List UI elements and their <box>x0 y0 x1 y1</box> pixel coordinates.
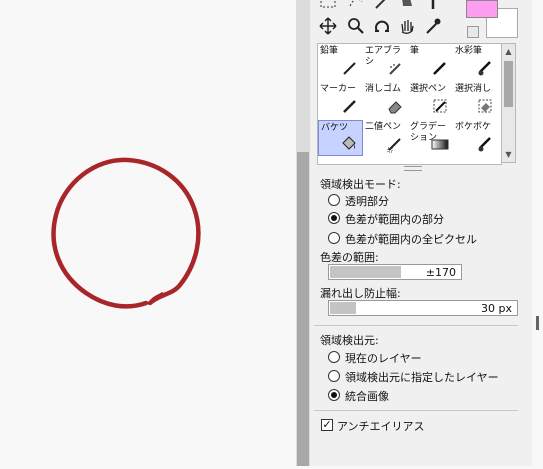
splitter-handle[interactable] <box>536 316 539 330</box>
leak-prevention-label: 漏れ出し防止幅: <box>320 287 401 300</box>
antialias-label: アンチエイリアス <box>337 420 425 433</box>
brush-label: 鉛筆 <box>320 46 339 56</box>
option-specified-layer-label: 領域検出元に指定したレイヤー <box>345 371 499 384</box>
color-reset-icon[interactable] <box>467 26 479 38</box>
eyedropper-icon[interactable] <box>423 16 443 36</box>
brush-label: バケツ <box>321 123 349 133</box>
brush-marker[interactable]: マーカー <box>318 82 363 118</box>
brush-selection-pen[interactable]: 選択ペン <box>408 82 453 118</box>
selection-pen-icon <box>433 99 447 113</box>
brush-icon <box>433 62 446 75</box>
option-current-layer-label: 現在のレイヤー <box>345 352 422 365</box>
airbrush-icon <box>389 63 401 75</box>
brush-label: ボケボケ <box>455 122 492 132</box>
scroll-up-icon[interactable]: ▲ <box>503 46 514 57</box>
eraser-icon <box>388 101 402 114</box>
brush-gradation[interactable]: グラデーション <box>408 120 453 156</box>
option-transparent-label: 透明部分 <box>345 195 389 208</box>
brush-label: 消しゴム <box>365 84 402 94</box>
leak-prevention-value: 30 px <box>481 302 512 315</box>
scroll-down-icon[interactable]: ▼ <box>503 149 514 160</box>
brush-brush[interactable]: 筆 <box>408 44 453 80</box>
divider <box>314 410 518 411</box>
pencil-icon <box>343 62 356 75</box>
brush-grid: 鉛筆 エアブラシ 筆 水彩筆 マーカー 消しゴム 選択ペン 選択消し バケツ 二… <box>317 43 502 165</box>
detection-source-title: 領域検出元: <box>320 334 379 347</box>
scrollbar-thumb[interactable] <box>297 152 309 466</box>
brush-label: 選択消し <box>455 84 492 94</box>
lasso-icon[interactable] <box>346 0 366 12</box>
move-icon[interactable] <box>318 16 338 36</box>
brush-airbrush[interactable]: エアブラシ <box>363 44 408 80</box>
canvas-drawing <box>51 157 201 309</box>
bucket-icon <box>342 136 356 150</box>
color-range-value: ±170 <box>425 266 456 279</box>
brush-blur[interactable]: ボケボケ <box>453 120 498 156</box>
slider-fill <box>330 302 357 314</box>
primary-color-swatch[interactable] <box>466 0 498 18</box>
brush-label: 水彩筆 <box>455 46 483 56</box>
radio-merged-image[interactable] <box>328 389 340 401</box>
brush-selection-eraser[interactable]: 選択消し <box>453 82 498 118</box>
color-range-slider[interactable]: ±170 <box>328 264 462 280</box>
brush-watercolor[interactable]: 水彩筆 <box>453 44 498 80</box>
option-color-diff-all-label: 色差が範囲内の全ピクセル <box>345 233 477 246</box>
brush-label: 二値ペン <box>365 122 402 132</box>
detection-mode-title: 領域検出モード: <box>320 178 401 191</box>
brush-label: マーカー <box>320 84 357 94</box>
hand-icon[interactable] <box>397 16 417 36</box>
right-edge-strip <box>532 0 543 466</box>
radio-current-layer[interactable] <box>328 351 340 363</box>
fill-icon[interactable] <box>397 0 417 12</box>
watercolor-brush-icon <box>478 61 491 76</box>
canvas-vertical-scrollbar[interactable] <box>296 0 310 466</box>
rect-select-icon[interactable] <box>318 0 338 12</box>
drawing-canvas[interactable] <box>0 0 296 466</box>
brush-grid-scrollbar[interactable]: ▲ ▼ <box>501 43 516 163</box>
binary-pen-icon <box>387 138 401 153</box>
magic-wand-icon[interactable] <box>372 0 392 12</box>
brush-bucket[interactable]: バケツ <box>318 120 363 156</box>
leak-prevention-slider[interactable]: 30 px <box>328 300 518 316</box>
brush-label: 選択ペン <box>410 84 447 94</box>
brush-binary-pen[interactable]: 二値ペン <box>363 120 408 156</box>
gradation-icon <box>431 139 449 150</box>
radio-color-diff[interactable] <box>328 212 340 224</box>
radio-color-diff-all[interactable] <box>328 232 340 244</box>
brush-eraser[interactable]: 消しゴム <box>363 82 408 118</box>
radio-transparent[interactable] <box>328 194 340 206</box>
option-merged-image-label: 統合画像 <box>345 390 389 403</box>
panel-resize-grip[interactable] <box>404 166 422 171</box>
red-circle-stroke <box>51 157 201 309</box>
color-range-label: 色差の範囲: <box>320 251 379 264</box>
rotate-icon[interactable] <box>372 16 392 36</box>
brush-scroll-thumb[interactable] <box>504 61 513 107</box>
brush-pencil[interactable]: 鉛筆 <box>318 44 363 80</box>
zoom-icon[interactable] <box>346 16 366 36</box>
divider <box>314 325 518 326</box>
marker-icon <box>343 100 356 113</box>
blur-icon <box>478 137 491 152</box>
brush-label: 筆 <box>410 46 420 56</box>
radio-specified-layer[interactable] <box>328 370 340 382</box>
slider-fill <box>330 266 402 278</box>
option-color-diff-label: 色差が範囲内の部分 <box>345 213 444 226</box>
text-tool-icon[interactable] <box>423 0 443 12</box>
selection-eraser-icon <box>478 99 492 113</box>
antialias-checkbox[interactable]: ✓ <box>321 419 333 431</box>
